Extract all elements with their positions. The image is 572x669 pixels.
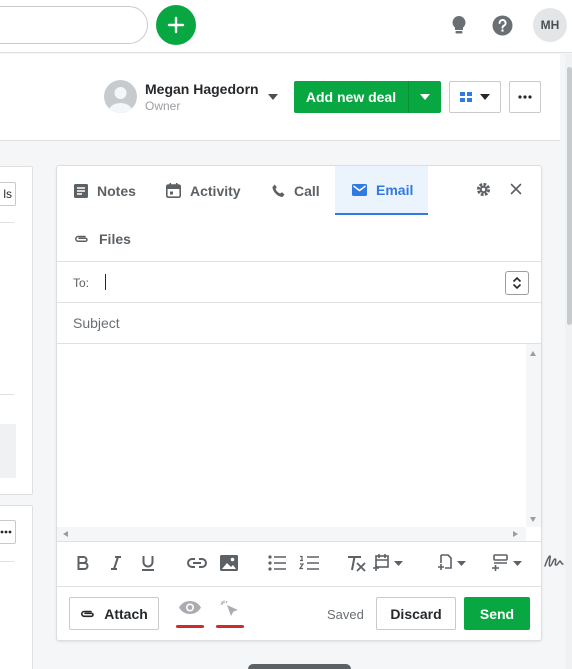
paperclip-icon: [75, 235, 88, 242]
track-clicks-toggle[interactable]: [214, 600, 246, 628]
tab-email[interactable]: Email: [335, 166, 428, 215]
underline-icon[interactable]: [141, 552, 155, 574]
page-scrollbar-thumb[interactable]: [567, 67, 572, 325]
clear-formatting-icon[interactable]: [347, 552, 367, 574]
insert-document-icon[interactable]: [437, 552, 466, 574]
left-panel-button[interactable]: ls: [0, 182, 16, 206]
send-button[interactable]: Send: [464, 597, 530, 630]
numbered-list-icon[interactable]: [299, 552, 319, 574]
editor-horizontal-scrollbar[interactable]: [57, 527, 526, 541]
more-actions-button[interactable]: [509, 81, 541, 113]
owner-role: Owner: [145, 99, 181, 113]
chevron-down-icon: [394, 560, 403, 566]
phone-icon: [272, 184, 285, 197]
saved-status: Saved: [327, 607, 364, 622]
signature-icon[interactable]: [544, 554, 566, 575]
chevron-down-icon: [480, 94, 490, 100]
owner-name[interactable]: Megan Hagedorn: [145, 81, 259, 97]
grid-icon: [460, 92, 472, 102]
tab-label: Notes: [97, 182, 136, 199]
scroll-left-arrow[interactable]: [63, 530, 68, 537]
insert-template-icon[interactable]: [372, 552, 403, 574]
deal-header: Megan Hagedorn Owner Add new deal: [0, 54, 560, 141]
view-switch-button[interactable]: [449, 81, 501, 113]
divider: [0, 561, 14, 562]
left-more-button[interactable]: [0, 520, 16, 544]
divider: [0, 222, 14, 223]
scroll-down-arrow[interactable]: [530, 517, 536, 522]
ellipsis-icon: [518, 95, 532, 99]
tab-files[interactable]: Files: [57, 214, 149, 263]
ellipsis-icon: [0, 530, 12, 534]
tab-activity[interactable]: Activity: [149, 166, 252, 215]
image-icon[interactable]: [220, 552, 238, 574]
chevron-down-icon[interactable]: [268, 94, 278, 100]
bold-icon[interactable]: [77, 552, 89, 574]
tab-label: Files: [99, 230, 131, 247]
settings-gear-icon[interactable]: [476, 182, 491, 202]
lightbulb-icon[interactable]: [448, 14, 470, 36]
divider: [0, 394, 14, 395]
quick-add-button[interactable]: [156, 5, 196, 45]
cursor-click-icon: [220, 600, 238, 616]
tab-label: Call: [294, 182, 320, 199]
scroll-up-arrow[interactable]: [530, 351, 536, 356]
tracking-underline: [176, 625, 204, 628]
help-icon[interactable]: [491, 14, 513, 36]
formatting-toolbar: [57, 541, 541, 586]
search-input[interactable]: [0, 6, 148, 44]
add-deal-dropdown[interactable]: [409, 81, 441, 113]
paperclip-icon: [81, 610, 94, 617]
track-opens-toggle[interactable]: [174, 600, 206, 628]
chevron-down-icon: [457, 560, 466, 566]
editor-vertical-scrollbar[interactable]: [526, 344, 541, 527]
close-icon[interactable]: [510, 182, 522, 200]
user-avatar[interactable]: MH: [533, 8, 567, 42]
calendar-icon: [166, 183, 181, 198]
add-deal-label[interactable]: Add new deal: [294, 81, 409, 113]
attach-label: Attach: [104, 605, 148, 622]
subject-placeholder: Subject: [73, 315, 120, 331]
add-new-deal-button[interactable]: Add new deal: [294, 81, 441, 113]
recipient-expand-button[interactable]: [505, 271, 529, 295]
recipient-input[interactable]: [105, 274, 106, 290]
recipient-row: To:: [57, 261, 541, 303]
email-body-editor[interactable]: [57, 344, 541, 541]
chevron-down-icon: [420, 94, 430, 100]
notes-icon: [74, 183, 88, 198]
up-down-chevron-icon: [512, 276, 522, 290]
italic-icon[interactable]: [110, 552, 122, 574]
discard-button[interactable]: Discard: [376, 597, 456, 630]
to-label: To:: [73, 276, 90, 290]
attach-button[interactable]: Attach: [69, 597, 159, 630]
tab-notes[interactable]: Notes: [57, 166, 149, 215]
tab-label: Email: [376, 181, 414, 198]
tab-call[interactable]: Call: [255, 166, 335, 215]
eye-icon: [179, 601, 201, 614]
tracking-underline: [216, 625, 244, 628]
scroll-right-arrow[interactable]: [513, 530, 518, 537]
plus-icon: [167, 16, 185, 34]
envelope-icon: [352, 183, 367, 196]
link-icon[interactable]: [187, 552, 207, 574]
chevron-down-icon: [513, 560, 522, 566]
owner-avatar[interactable]: [104, 80, 137, 113]
subject-field[interactable]: Subject: [57, 303, 541, 344]
left-panel-block: [0, 424, 16, 478]
tab-label: Activity: [190, 182, 241, 199]
top-bar: MH: [0, 0, 572, 53]
bottom-handle[interactable]: [248, 664, 351, 669]
email-composer-panel: Notes Activity Call Email Files To: Subj…: [56, 165, 542, 641]
insert-field-icon[interactable]: [491, 552, 522, 574]
composer-footer: Attach Saved Discard Send: [57, 586, 541, 641]
bullet-list-icon[interactable]: [268, 552, 286, 574]
